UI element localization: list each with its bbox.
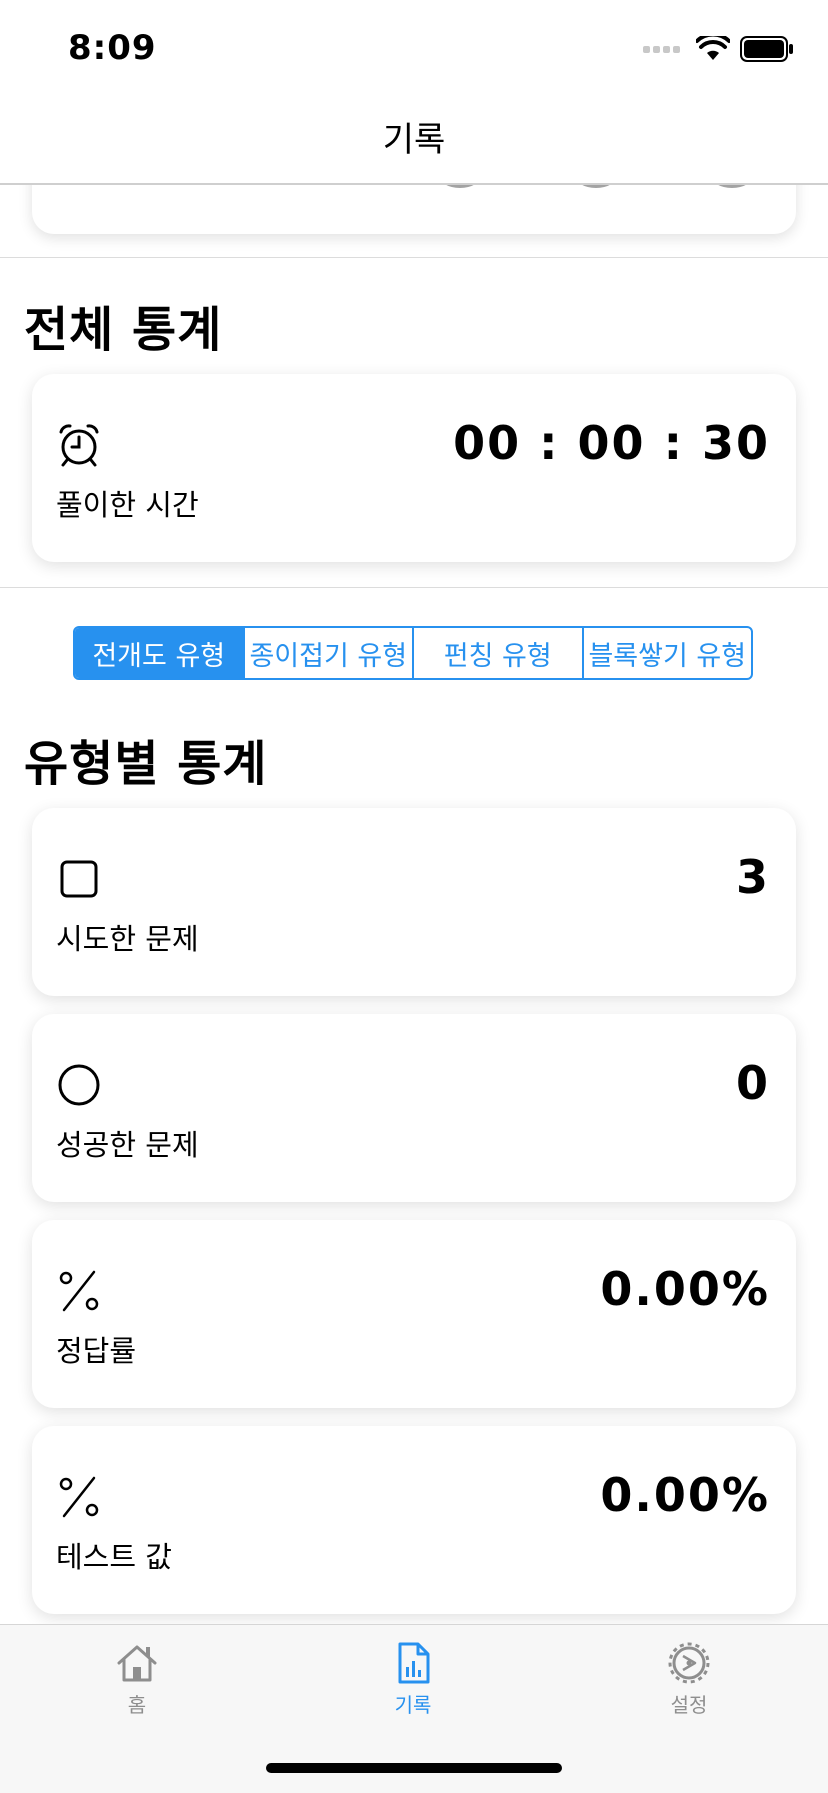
- previous-card: [32, 184, 796, 234]
- wifi-icon: [696, 36, 730, 60]
- tab-label: 홈: [127, 1693, 147, 1717]
- status-bar: 8:09: [0, 0, 828, 90]
- records-scroll-view[interactable]: 전체 통계 풀이한 시간 00 : 00 : 30 전개도 유형 종이접기 유형…: [0, 184, 828, 1624]
- problem-type-segmented-control: 전개도 유형 종이접기 유형 펀칭 유형 블록쌓기 유형: [73, 626, 753, 680]
- divider: [0, 257, 828, 258]
- status-icons: [643, 34, 794, 64]
- tab-records[interactable]: 기록: [353, 1641, 473, 1718]
- solve-time-card: 풀이한 시간 00 : 00 : 30: [32, 374, 796, 562]
- chart-document-icon: [398, 1642, 430, 1684]
- stat-label: 테스트 값: [56, 1540, 172, 1574]
- tab-label: 설정: [670, 1693, 708, 1717]
- stat-value: 0: [735, 1056, 770, 1110]
- tab-home[interactable]: 홈: [77, 1641, 197, 1718]
- segment-block-stacking-type[interactable]: 블록쌓기 유형: [581, 628, 752, 678]
- tab-label: 기록: [394, 1693, 432, 1717]
- stat-label: 성공한 문제: [56, 1128, 199, 1162]
- gear-icon: [668, 1642, 710, 1684]
- stat-value: 0.00%: [600, 1468, 770, 1522]
- segment-net-type[interactable]: 전개도 유형: [75, 628, 243, 678]
- status-time: 8:09: [68, 28, 157, 68]
- battery-icon: [740, 36, 793, 62]
- alarm-clock-icon: [59, 424, 99, 467]
- stat-value: 0.00%: [600, 1262, 770, 1316]
- signal-icon: [643, 45, 680, 53]
- segment-punching-type[interactable]: 펀칭 유형: [412, 628, 582, 678]
- stat-label: 정답률: [56, 1334, 137, 1368]
- stat-label: 시도한 문제: [56, 922, 199, 956]
- square-icon: [60, 860, 98, 898]
- accuracy-card: 정답률 0.00%: [32, 1220, 796, 1408]
- stat-value: 00 : 00 : 30: [453, 416, 770, 470]
- succeeded-problems-card: 성공한 문제 0: [32, 1014, 796, 1202]
- circle-icon: [58, 1064, 100, 1106]
- stat-label: 풀이한 시간: [56, 488, 199, 522]
- divider: [0, 587, 828, 588]
- home-icon: [117, 1645, 157, 1682]
- percent-icon: [59, 1476, 99, 1518]
- attempted-problems-card: 시도한 문제 3: [32, 808, 796, 996]
- section-title-overall: 전체 통계: [24, 302, 223, 358]
- home-indicator[interactable]: [266, 1763, 562, 1773]
- segment-paper-folding-type[interactable]: 종이접기 유형: [242, 628, 413, 678]
- test-value-card: 테스트 값 0.00%: [32, 1426, 796, 1614]
- navigation-bar: 기록: [0, 90, 828, 185]
- section-title-by-type: 유형별 통계: [24, 736, 268, 792]
- stat-value: 3: [735, 850, 770, 904]
- tab-settings[interactable]: 설정: [629, 1641, 749, 1718]
- page-title: 기록: [382, 120, 446, 160]
- percent-icon: [59, 1270, 99, 1312]
